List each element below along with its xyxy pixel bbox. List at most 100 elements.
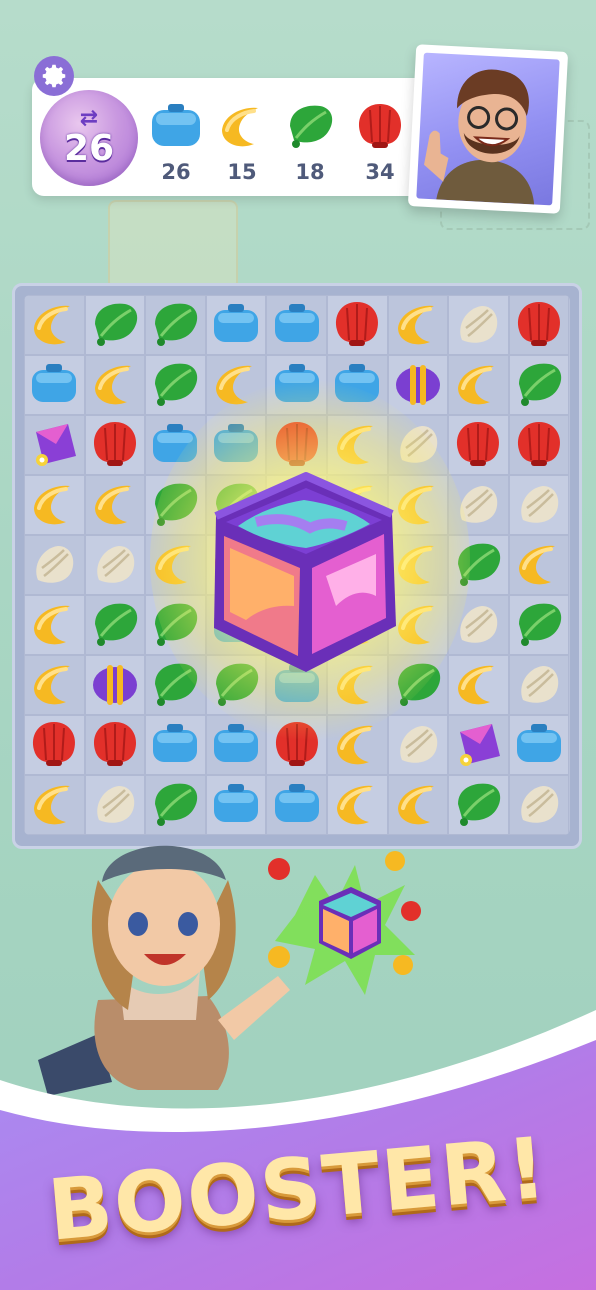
conch-tile-icon[interactable]: [452, 300, 504, 350]
board-cell[interactable]: [24, 595, 85, 655]
shell-tile-icon[interactable]: [513, 420, 565, 470]
board-cell[interactable]: [448, 475, 509, 535]
board-cell[interactable]: [145, 295, 206, 355]
candy-tile-icon[interactable]: [89, 660, 141, 710]
conch-tile-icon[interactable]: [513, 780, 565, 830]
board-cell[interactable]: [145, 355, 206, 415]
suitcase-tile-icon[interactable]: [271, 300, 323, 350]
board-cell[interactable]: [326, 715, 388, 775]
suitcase-tile-icon[interactable]: [149, 720, 201, 770]
board-cell[interactable]: [205, 715, 267, 775]
board-cell[interactable]: [24, 355, 85, 415]
leaf-tile-icon[interactable]: [149, 360, 201, 410]
kite-tile-icon[interactable]: [28, 420, 80, 470]
conch-tile-icon[interactable]: [89, 540, 141, 590]
shell-tile-icon[interactable]: [271, 720, 323, 770]
conch-tile-icon[interactable]: [28, 540, 80, 590]
board-cell[interactable]: [326, 295, 388, 355]
croissant-tile-icon[interactable]: [331, 720, 383, 770]
croissant-tile-icon[interactable]: [28, 660, 80, 710]
leaf-tile-icon[interactable]: [149, 300, 201, 350]
board-cell[interactable]: [508, 415, 570, 475]
board-cell[interactable]: [145, 715, 206, 775]
settings-button[interactable]: [34, 56, 74, 96]
board-cell[interactable]: [84, 295, 146, 355]
board-cell[interactable]: [84, 475, 146, 535]
board-cell[interactable]: [448, 655, 509, 715]
leaf-tile-icon[interactable]: [452, 540, 504, 590]
board-cell[interactable]: [448, 295, 509, 355]
board-cell[interactable]: [24, 655, 85, 715]
color-cube-booster-icon[interactable]: [186, 456, 422, 692]
suitcase-tile-icon[interactable]: [271, 360, 323, 410]
board-cell[interactable]: [387, 295, 449, 355]
croissant-tile-icon[interactable]: [28, 600, 80, 650]
board-cell[interactable]: [266, 355, 327, 415]
croissant-tile-icon[interactable]: [331, 780, 383, 830]
board-cell[interactable]: [508, 655, 570, 715]
suitcase-tile-icon[interactable]: [210, 300, 262, 350]
shell-tile-icon[interactable]: [513, 300, 565, 350]
board-cell[interactable]: [205, 355, 267, 415]
conch-tile-icon[interactable]: [513, 480, 565, 530]
board-cell[interactable]: [24, 415, 85, 475]
board-cell[interactable]: [84, 655, 146, 715]
croissant-tile-icon[interactable]: [28, 480, 80, 530]
shell-tile-icon[interactable]: [89, 720, 141, 770]
board-cell[interactable]: [24, 475, 85, 535]
board-cell[interactable]: [266, 295, 327, 355]
shell-tile-icon[interactable]: [331, 300, 383, 350]
board-cell[interactable]: [448, 715, 509, 775]
board-cell[interactable]: [24, 715, 85, 775]
croissant-tile-icon[interactable]: [210, 360, 262, 410]
shell-tile-icon[interactable]: [452, 420, 504, 470]
leaf-tile-icon[interactable]: [89, 300, 141, 350]
shell-tile-icon[interactable]: [89, 420, 141, 470]
board-cell[interactable]: [508, 595, 570, 655]
croissant-tile-icon[interactable]: [89, 360, 141, 410]
suitcase-tile-icon[interactable]: [210, 720, 262, 770]
croissant-tile-icon[interactable]: [513, 540, 565, 590]
suitcase-tile-icon[interactable]: [513, 720, 565, 770]
board-cell[interactable]: [24, 535, 85, 595]
kite-tile-icon[interactable]: [452, 720, 504, 770]
board-cell[interactable]: [508, 475, 570, 535]
board-cell[interactable]: [448, 595, 509, 655]
leaf-tile-icon[interactable]: [89, 600, 141, 650]
suitcase-tile-icon[interactable]: [28, 360, 80, 410]
leaf-tile-icon[interactable]: [513, 600, 565, 650]
board-cell[interactable]: [508, 775, 570, 835]
board-cell[interactable]: [84, 535, 146, 595]
candy-tile-icon[interactable]: [392, 360, 444, 410]
conch-tile-icon[interactable]: [452, 600, 504, 650]
suitcase-tile-icon[interactable]: [331, 360, 383, 410]
board-cell[interactable]: [508, 715, 570, 775]
shell-tile-icon[interactable]: [28, 720, 80, 770]
board-cell[interactable]: [448, 535, 509, 595]
board-cell[interactable]: [84, 415, 146, 475]
croissant-tile-icon[interactable]: [392, 780, 444, 830]
board-cell[interactable]: [24, 295, 85, 355]
conch-tile-icon[interactable]: [452, 480, 504, 530]
board-cell[interactable]: [84, 595, 146, 655]
conch-tile-icon[interactable]: [392, 720, 444, 770]
croissant-tile-icon[interactable]: [392, 300, 444, 350]
board-cell[interactable]: [84, 715, 146, 775]
board-cell[interactable]: [266, 715, 327, 775]
board-cell[interactable]: [84, 355, 146, 415]
croissant-tile-icon[interactable]: [89, 480, 141, 530]
board-cell[interactable]: [448, 775, 509, 835]
conch-tile-icon[interactable]: [513, 660, 565, 710]
croissant-tile-icon[interactable]: [452, 360, 504, 410]
board-cell[interactable]: [387, 355, 449, 415]
board-cell[interactable]: [508, 535, 570, 595]
board-cell[interactable]: [326, 775, 388, 835]
croissant-tile-icon[interactable]: [28, 300, 80, 350]
croissant-tile-icon[interactable]: [452, 660, 504, 710]
board-cell[interactable]: [508, 295, 570, 355]
board-cell[interactable]: [326, 355, 388, 415]
leaf-tile-icon[interactable]: [513, 360, 565, 410]
board-cell[interactable]: [448, 415, 509, 475]
board-cell[interactable]: [387, 775, 449, 835]
board-cell[interactable]: [508, 355, 570, 415]
